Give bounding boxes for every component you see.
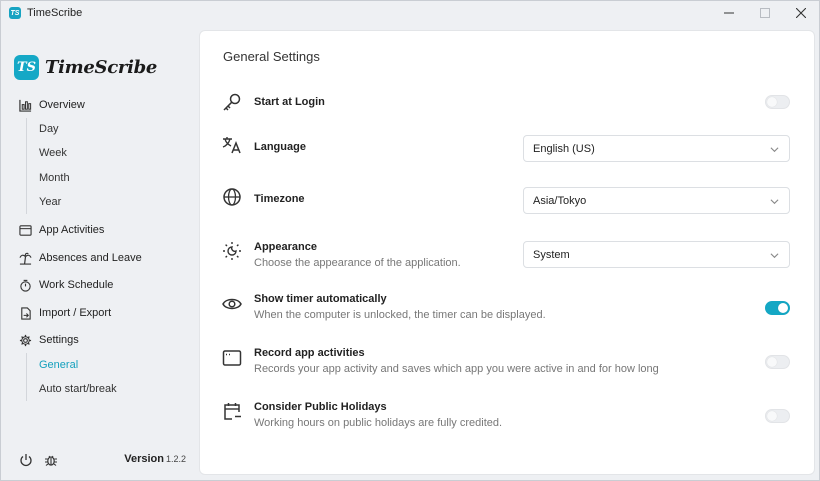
app-window-icon [222,350,242,366]
sidebar-item-label: Work Schedule [39,279,114,291]
page-title: General Settings [223,49,320,64]
maximize-button[interactable] [747,1,783,25]
chevron-down-icon [770,199,779,205]
settings-panel: General Settings Start at Login Language… [199,30,815,475]
setting-description: When the computer is unlocked, the timer… [254,309,546,321]
eye-icon [222,298,242,310]
minimize-button[interactable] [711,1,747,25]
setting-label: Start at Login [254,96,325,108]
setting-label: Show timer automatically [254,293,387,305]
globe-icon [223,188,241,206]
toggle-knob [767,357,777,367]
window-title: TimeScribe [27,7,83,19]
brand-logo: TS [14,55,39,80]
setting-description: Records your app activity and saves whic… [254,363,659,375]
record-activities-toggle[interactable] [765,355,790,369]
show-timer-toggle[interactable] [765,301,790,315]
timer-icon [20,279,31,292]
settings-submenu-line [26,353,27,401]
sidebar-item-absences[interactable]: Absences and Leave [19,247,142,269]
app-window: TS TimeScribe TS TimeScribe Overview Day… [0,0,820,481]
sidebar-item-label: Overview [39,99,85,111]
sidebar-footer: Version 1.2.2 [1,449,198,471]
sidebar-item-label: Absences and Leave [39,252,142,264]
setting-label: Consider Public Holidays [254,401,387,413]
title-bar: TS TimeScribe [1,1,819,25]
sidebar-item-label: App Activities [39,224,105,236]
appearance-select[interactable]: System [523,241,790,268]
file-export-icon [21,306,31,320]
setting-description: Working hours on public holidays are ful… [254,417,503,429]
version-number: 1.2.2 [165,454,186,464]
public-holidays-toggle[interactable] [765,409,790,423]
close-icon [796,8,806,18]
sidebar-subitem-week[interactable]: Week [39,143,67,163]
setting-label: Timezone [254,193,305,205]
gear-icon [19,334,32,346]
setting-label: Appearance [254,241,317,253]
maximize-icon [760,8,770,18]
sidebar-subitem-year[interactable]: Year [39,192,61,212]
toggle-knob [778,303,788,313]
sidebar-subitem-month[interactable]: Month [39,168,70,188]
sidebar-item-work-schedule[interactable]: Work Schedule [19,274,113,296]
window-icon [19,224,32,236]
calendar-minus-icon [224,403,241,420]
brand-name: TimeScribe [45,57,158,78]
sidebar-subitem-auto-start-break[interactable]: Auto start/break [39,379,117,399]
select-value: Asia/Tokyo [533,194,587,207]
overview-submenu-line [26,118,27,214]
select-value: English (US) [533,142,595,155]
chevron-down-icon [770,147,779,153]
close-button[interactable] [783,1,819,25]
setting-label: Record app activities [254,347,365,359]
app-icon: TS [9,7,21,19]
brand: TS TimeScribe [14,55,157,80]
minimize-icon [724,12,734,14]
bar-chart-icon [19,99,32,112]
version-info: Version 1.2.2 [124,453,186,465]
sidebar-item-settings[interactable]: Settings [19,329,79,351]
sidebar: TS TimeScribe Overview Day Week Month Ye… [1,25,198,481]
timezone-select[interactable]: Asia/Tokyo [523,187,790,214]
sidebar-item-label: Settings [39,334,79,346]
palm-tree-icon [19,252,32,265]
translate-icon [222,137,241,154]
key-icon [223,93,241,111]
toggle-knob [767,97,777,107]
select-value: System [533,248,570,261]
version-label: Version [124,453,164,465]
sun-moon-icon [223,242,241,260]
sidebar-subitem-day[interactable]: Day [39,119,59,139]
window-controls [711,1,819,25]
chevron-down-icon [770,253,779,259]
sidebar-item-app-activities[interactable]: App Activities [19,219,104,241]
sidebar-item-import-export[interactable]: Import / Export [19,302,111,324]
start-at-login-toggle[interactable] [765,95,790,109]
setting-description: Choose the appearance of the application… [254,257,461,269]
power-icon[interactable] [19,453,33,467]
sidebar-item-label: Import / Export [39,307,112,319]
language-select[interactable]: English (US) [523,135,790,162]
toggle-knob [767,411,777,421]
sidebar-item-overview[interactable]: Overview [19,94,85,116]
bug-icon[interactable] [44,453,58,467]
setting-label: Language [254,141,306,153]
sidebar-subitem-general[interactable]: General [39,355,78,375]
